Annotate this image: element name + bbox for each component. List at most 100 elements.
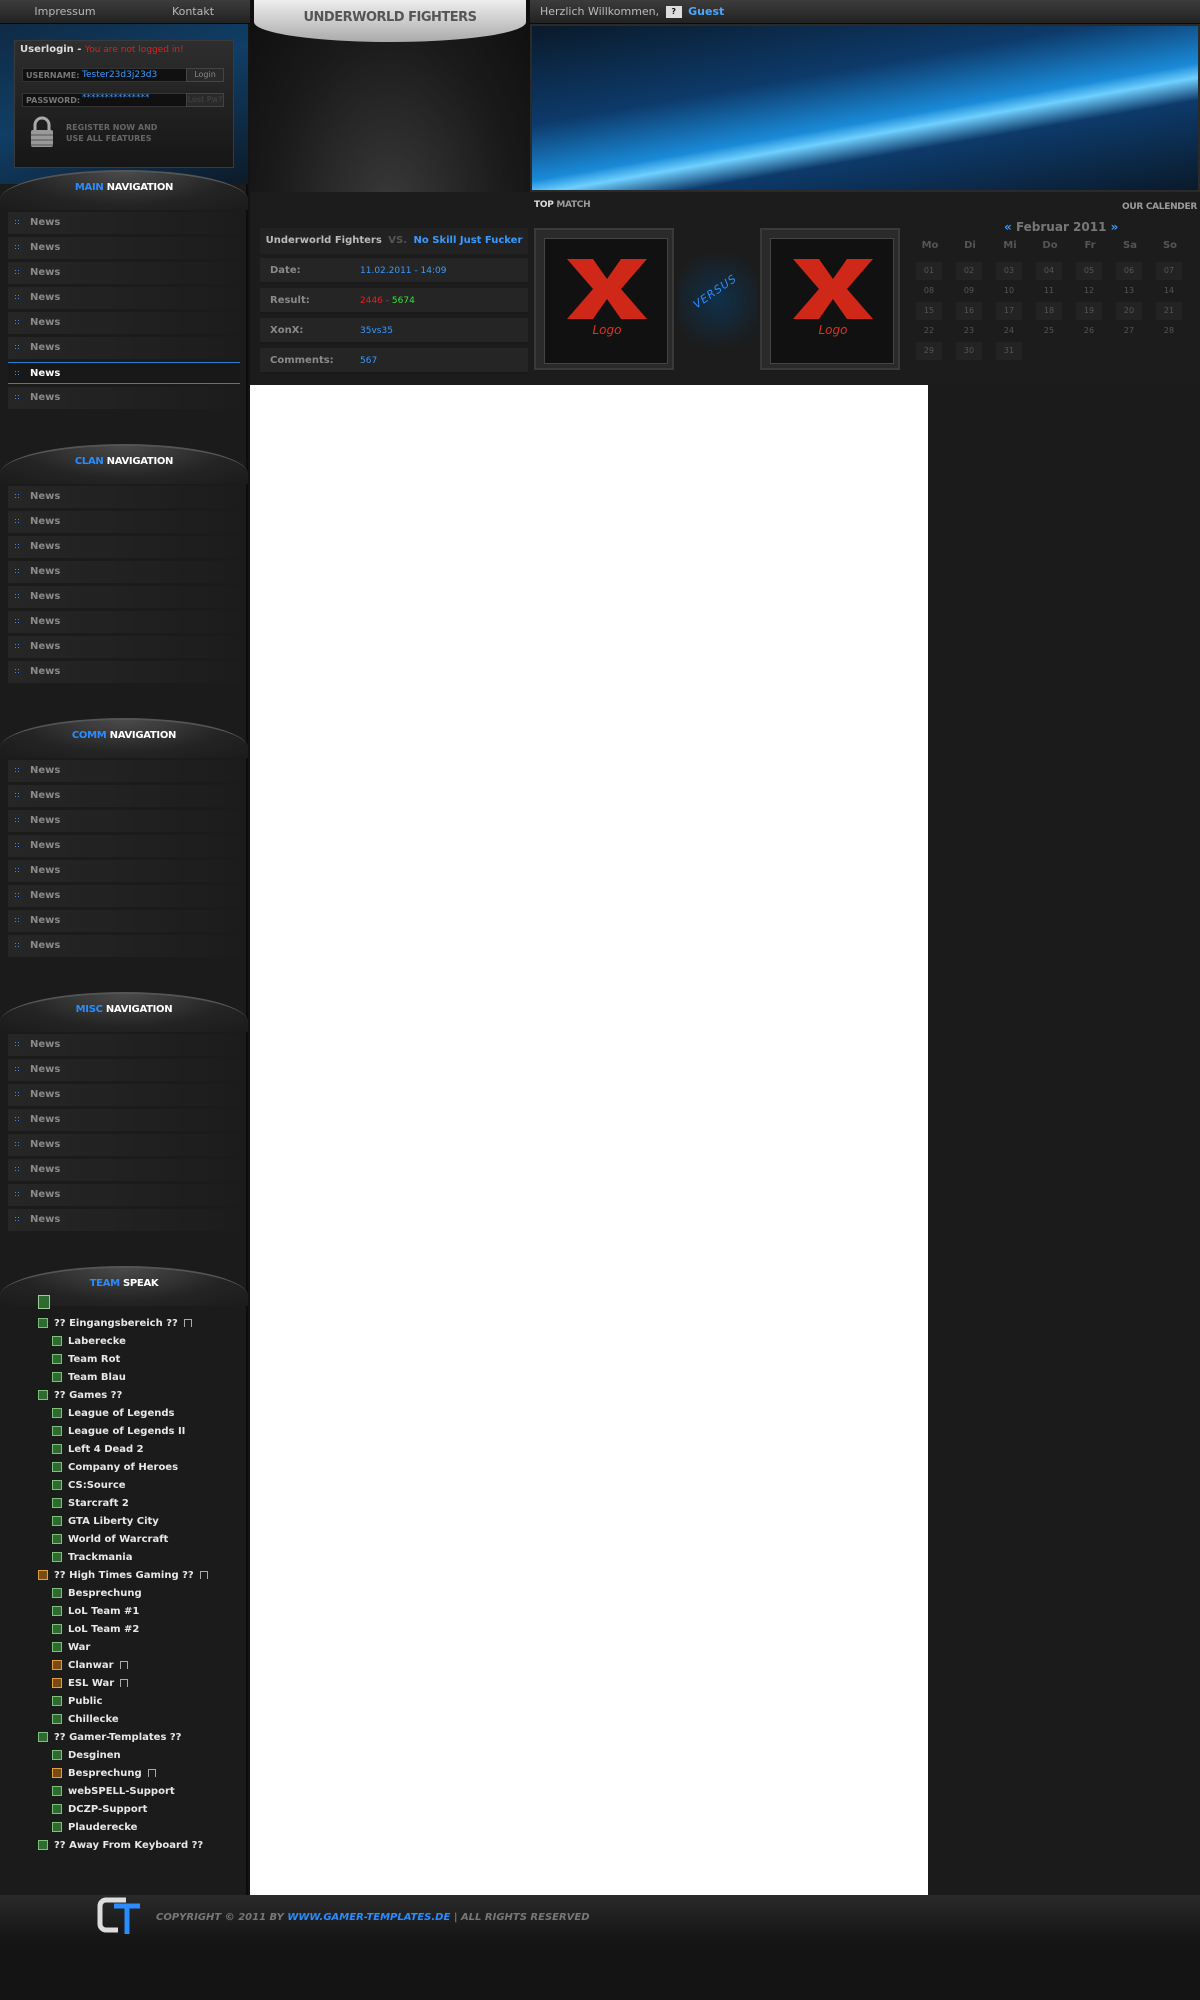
nav-item-news[interactable]: News bbox=[8, 561, 240, 583]
calendar-next[interactable]: » bbox=[1111, 220, 1119, 234]
calendar-day[interactable]: 04 bbox=[1036, 262, 1062, 280]
nav-item-news[interactable]: News bbox=[8, 337, 240, 359]
teamspeak-channel[interactable]: Plauderecke bbox=[52, 1819, 137, 1837]
teamspeak-channel[interactable]: Besprechung bbox=[52, 1585, 142, 1603]
nav-item-news[interactable]: News bbox=[8, 611, 240, 633]
nav-item-news[interactable]: News bbox=[8, 661, 240, 683]
teamspeak-channel[interactable]: Chillecke bbox=[52, 1711, 119, 1729]
nav-item-news[interactable]: News bbox=[8, 910, 240, 932]
teamspeak-channel[interactable]: Besprechung bbox=[52, 1765, 156, 1783]
link-kontakt[interactable]: Kontakt bbox=[138, 0, 248, 24]
guest-link[interactable]: Guest bbox=[688, 5, 724, 18]
calendar-day[interactable]: 19 bbox=[1076, 302, 1102, 320]
calendar-day[interactable]: 07 bbox=[1156, 262, 1182, 280]
teamspeak-channel[interactable]: Team Blau bbox=[52, 1369, 126, 1387]
teamspeak-channel[interactable]: LoL Team #1 bbox=[52, 1603, 139, 1621]
calendar-day[interactable]: 14 bbox=[1156, 282, 1182, 300]
teamspeak-channel[interactable]: ?? Away From Keyboard ?? bbox=[38, 1837, 203, 1855]
teamspeak-channel[interactable]: League of Legends bbox=[52, 1405, 174, 1423]
nav-item-news[interactable]: News bbox=[8, 935, 240, 957]
teamspeak-channel[interactable]: ?? High Times Gaming ?? bbox=[38, 1567, 208, 1585]
calendar-day[interactable]: 02 bbox=[956, 262, 982, 280]
lost-password-button[interactable]: Lost Pw? bbox=[186, 93, 224, 107]
calendar-day[interactable]: 09 bbox=[956, 282, 982, 300]
calendar-day[interactable]: 28 bbox=[1156, 322, 1182, 340]
teamspeak-channel[interactable]: webSPELL-Support bbox=[52, 1783, 175, 1801]
nav-item-news[interactable]: News bbox=[8, 212, 240, 234]
calendar-day[interactable]: 15 bbox=[916, 302, 942, 320]
nav-item-news[interactable]: News bbox=[8, 486, 240, 508]
nav-item-news[interactable]: News bbox=[8, 1084, 240, 1106]
calendar-day[interactable]: 18 bbox=[1036, 302, 1062, 320]
teamspeak-channel[interactable]: ?? Gamer-Templates ?? bbox=[38, 1729, 181, 1747]
nav-item-news[interactable]: News bbox=[8, 1184, 240, 1206]
nav-item-news[interactable]: News bbox=[8, 860, 240, 882]
nav-item-news[interactable]: News bbox=[8, 362, 240, 384]
nav-item-news[interactable]: News bbox=[8, 636, 240, 658]
calendar-day[interactable]: 05 bbox=[1076, 262, 1102, 280]
nav-item-news[interactable]: News bbox=[8, 312, 240, 334]
calendar-day[interactable]: 25 bbox=[1036, 322, 1062, 340]
teamspeak-channel[interactable]: League of Legends II bbox=[52, 1423, 185, 1441]
link-impressum[interactable]: Impressum bbox=[10, 0, 120, 24]
nav-item-news[interactable]: News bbox=[8, 1034, 240, 1056]
nav-item-news[interactable]: News bbox=[8, 536, 240, 558]
calendar-prev[interactable]: « bbox=[1004, 220, 1012, 234]
nav-item-news[interactable]: News bbox=[8, 1109, 240, 1131]
username-field[interactable]: Tester23d3j23d3 bbox=[82, 70, 157, 80]
nav-item-news[interactable]: News bbox=[8, 1159, 240, 1181]
teamspeak-channel[interactable]: DCZP-Support bbox=[52, 1801, 147, 1819]
password-field[interactable]: *************** bbox=[82, 93, 150, 103]
calendar-day[interactable]: 12 bbox=[1076, 282, 1102, 300]
teamspeak-channel[interactable]: CS:Source bbox=[52, 1477, 126, 1495]
calendar-day[interactable]: 17 bbox=[996, 302, 1022, 320]
nav-item-news[interactable]: News bbox=[8, 387, 240, 409]
nav-item-news[interactable]: News bbox=[8, 835, 240, 857]
register-prompt[interactable]: REGISTER NOW AND USE ALL FEATURES bbox=[66, 122, 157, 144]
teamspeak-channel[interactable]: Starcraft 2 bbox=[52, 1495, 129, 1513]
nav-item-news[interactable]: News bbox=[8, 287, 240, 309]
calendar-day[interactable]: 31 bbox=[996, 342, 1022, 360]
teamspeak-channel[interactable]: Laberecke bbox=[52, 1333, 126, 1351]
calendar-day[interactable]: 08 bbox=[916, 282, 942, 300]
calendar-day[interactable]: 23 bbox=[956, 322, 982, 340]
nav-item-news[interactable]: News bbox=[8, 511, 240, 533]
calendar-day[interactable]: 21 bbox=[1156, 302, 1182, 320]
teamspeak-channel[interactable]: LoL Team #2 bbox=[52, 1621, 139, 1639]
nav-item-news[interactable]: News bbox=[8, 810, 240, 832]
teamspeak-channel[interactable]: Trackmania bbox=[52, 1549, 132, 1567]
calendar-day[interactable]: 29 bbox=[916, 342, 942, 360]
teamspeak-channel[interactable]: Left 4 Dead 2 bbox=[52, 1441, 144, 1459]
nav-item-news[interactable]: News bbox=[8, 1059, 240, 1081]
teamspeak-channel[interactable]: War bbox=[52, 1639, 90, 1657]
nav-item-news[interactable]: News bbox=[8, 262, 240, 284]
teamspeak-channel[interactable]: World of Warcraft bbox=[52, 1531, 168, 1549]
opponent-team[interactable]: No Skill Just Fucker bbox=[414, 235, 523, 246]
nav-item-news[interactable]: News bbox=[8, 1209, 240, 1231]
nav-item-news[interactable]: News bbox=[8, 785, 240, 807]
calendar-day[interactable]: 22 bbox=[916, 322, 942, 340]
teamspeak-channel[interactable]: ?? Games ?? bbox=[38, 1387, 122, 1405]
calendar-day[interactable]: 10 bbox=[996, 282, 1022, 300]
teamspeak-channel[interactable]: Desginen bbox=[52, 1747, 121, 1765]
nav-item-news[interactable]: News bbox=[8, 237, 240, 259]
login-button[interactable]: Login bbox=[186, 68, 224, 82]
calendar-day[interactable]: 06 bbox=[1116, 262, 1142, 280]
teamspeak-channel[interactable]: ESL War bbox=[52, 1675, 129, 1693]
comments-link[interactable]: 567 bbox=[360, 348, 377, 374]
calendar-day[interactable]: 13 bbox=[1116, 282, 1142, 300]
calendar-day[interactable]: 20 bbox=[1116, 302, 1142, 320]
calendar-day[interactable]: 24 bbox=[996, 322, 1022, 340]
footer-url-link[interactable]: WWW.GAMER-TEMPLATES.DE bbox=[287, 1912, 450, 1923]
calendar-day[interactable]: 01 bbox=[916, 262, 942, 280]
nav-item-news[interactable]: News bbox=[8, 760, 240, 782]
teamspeak-channel[interactable]: Public bbox=[52, 1693, 102, 1711]
calendar-day[interactable]: 27 bbox=[1116, 322, 1142, 340]
nav-item-news[interactable]: News bbox=[8, 1134, 240, 1156]
teamspeak-channel[interactable]: ?? Eingangsbereich ?? bbox=[38, 1315, 192, 1333]
teamspeak-channel[interactable]: GTA Liberty City bbox=[52, 1513, 159, 1531]
nav-item-news[interactable]: News bbox=[8, 885, 240, 907]
calendar-day[interactable]: 16 bbox=[956, 302, 982, 320]
calendar-day[interactable]: 03 bbox=[996, 262, 1022, 280]
teamspeak-channel[interactable]: Company of Heroes bbox=[52, 1459, 178, 1477]
